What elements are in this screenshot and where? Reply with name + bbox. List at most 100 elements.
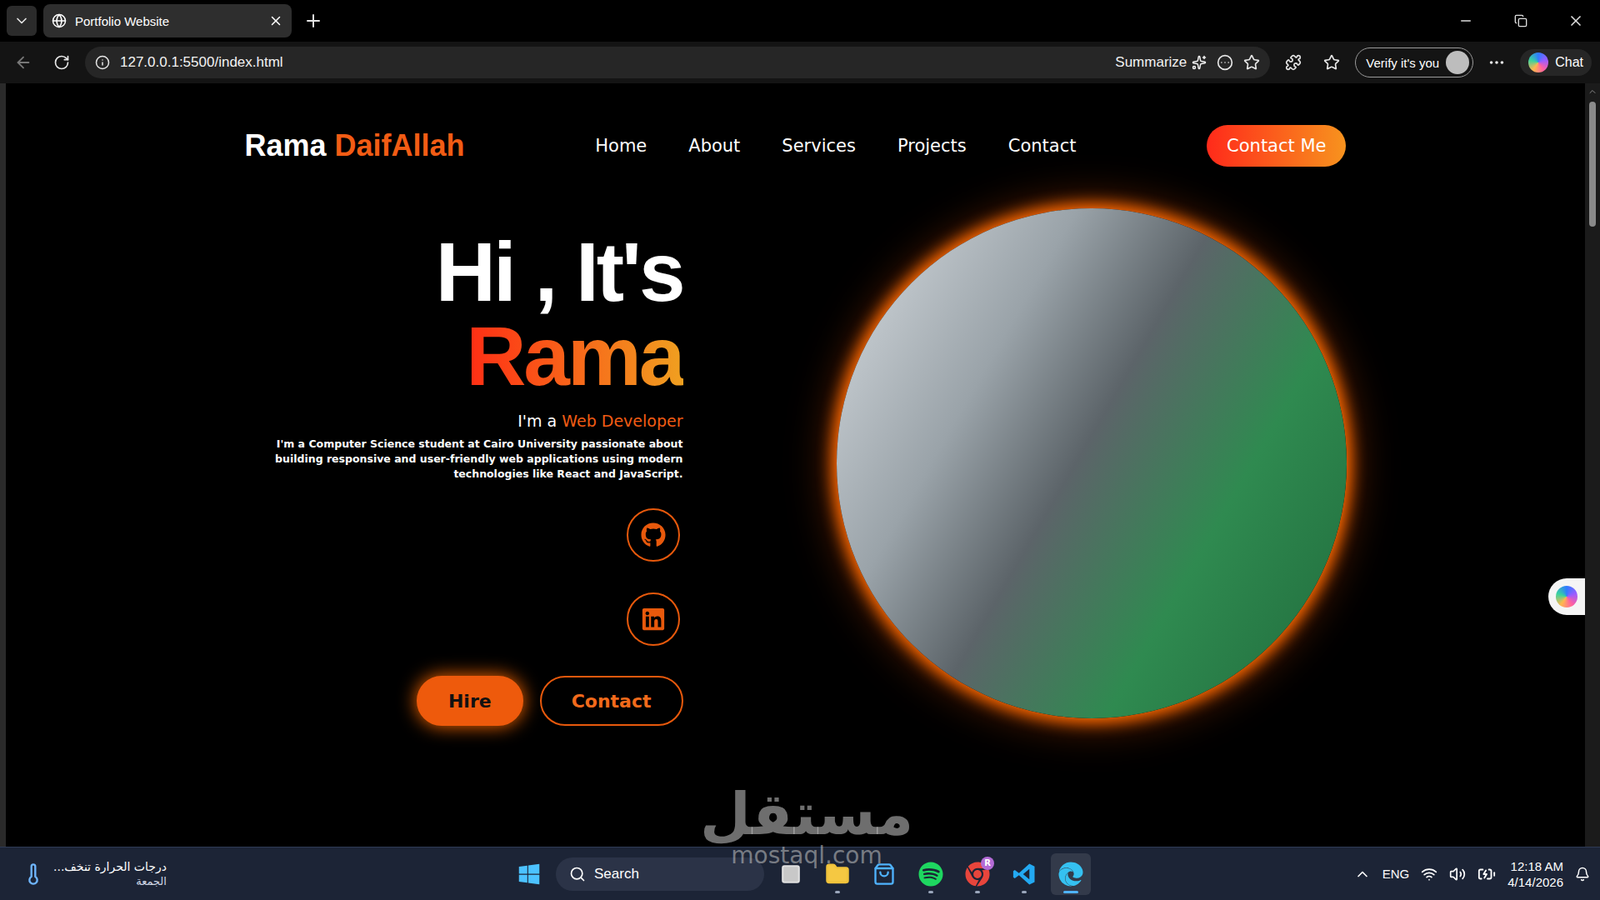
address-row: 127.0.0.1:5500/index.html Summarize Verify… bbox=[0, 41, 1600, 84]
nav-link[interactable]: Projects bbox=[897, 135, 967, 156]
language-indicator[interactable]: ENG bbox=[1382, 866, 1410, 881]
weather-summary: درجات الحرارة تنخف... bbox=[53, 859, 167, 875]
system-tray: ENG 12:18 AM4/14/2026 bbox=[1090, 858, 1590, 890]
extensions-button[interactable] bbox=[1278, 47, 1309, 78]
taskbar-app[interactable] bbox=[910, 853, 951, 895]
favorites-button[interactable] bbox=[1316, 47, 1347, 78]
site-header: Rama DaifAllah Home About Services Projects C… bbox=[245, 83, 1347, 167]
volume-icon[interactable] bbox=[1449, 865, 1466, 883]
hero-button[interactable]: Contact bbox=[540, 675, 684, 726]
running-indicator bbox=[835, 890, 840, 894]
weather-widget[interactable]: درجات الحرارة تنخف...الجمعة bbox=[10, 859, 510, 890]
github-icon bbox=[640, 522, 666, 548]
menu-button[interactable] bbox=[1481, 47, 1512, 78]
scroll-thumb[interactable] bbox=[1589, 101, 1596, 227]
minimize-button[interactable] bbox=[1441, 0, 1490, 42]
favorite-star-icon[interactable] bbox=[1243, 54, 1260, 71]
address-field[interactable]: 127.0.0.1:5500/index.html Summarize bbox=[85, 46, 1270, 79]
nav-link[interactable]: About bbox=[688, 135, 740, 156]
github-link[interactable] bbox=[626, 508, 680, 562]
clock[interactable]: 12:18 AM4/14/2026 bbox=[1507, 858, 1564, 890]
close-window-icon bbox=[1567, 12, 1585, 30]
url-text: 127.0.0.1:5500/index.html bbox=[120, 54, 1105, 71]
taskbar-app[interactable] bbox=[1050, 853, 1091, 895]
hero-description: I'm a Computer Science student at Cairo … bbox=[250, 436, 684, 482]
taskbar-search[interactable]: Search bbox=[555, 857, 765, 891]
taskbar-app[interactable] bbox=[770, 853, 811, 895]
chat-button[interactable]: Chat bbox=[1520, 49, 1592, 76]
reload-icon bbox=[53, 54, 70, 71]
site-logo[interactable]: Rama DaifAllah bbox=[245, 128, 465, 164]
search-icon bbox=[569, 865, 586, 883]
vscode-icon bbox=[1011, 861, 1037, 887]
notification-bell-icon[interactable] bbox=[1575, 866, 1590, 882]
minimize-icon bbox=[1458, 13, 1474, 29]
hero-greeting: Hi , It's bbox=[435, 231, 684, 316]
linkedin-icon bbox=[640, 606, 666, 632]
widgets-icon bbox=[780, 863, 802, 885]
summarize-button[interactable]: Summarize bbox=[1115, 54, 1207, 71]
battery-icon[interactable] bbox=[1477, 865, 1496, 884]
reading-icon[interactable] bbox=[1216, 54, 1234, 71]
taskbar-app[interactable] bbox=[1004, 853, 1045, 895]
browser-tab[interactable]: Portfolio Website bbox=[43, 4, 292, 38]
edge-icon bbox=[1058, 861, 1084, 887]
copilot-icon bbox=[1528, 52, 1549, 73]
running-indicator bbox=[1021, 890, 1027, 894]
hero-buttons: Hire Contact bbox=[416, 675, 684, 726]
portfolio-page: Rama DaifAllah Home About Services Projects C… bbox=[5, 83, 1585, 847]
scrollbar[interactable] bbox=[1585, 83, 1600, 847]
logo-accent: DaifAllah bbox=[335, 128, 465, 163]
contact-me-button[interactable]: Contact Me bbox=[1206, 125, 1346, 167]
new-tab-button[interactable] bbox=[298, 5, 329, 36]
tab-bar: Portfolio Website bbox=[0, 0, 1600, 42]
running-indicator bbox=[928, 890, 934, 894]
linkedin-link[interactable] bbox=[626, 592, 680, 646]
folder-icon bbox=[825, 861, 850, 887]
watermark: مستقلmostaql.com bbox=[700, 785, 914, 870]
close-window-button[interactable] bbox=[1551, 0, 1600, 42]
tab-label: Portfolio Website bbox=[75, 14, 260, 29]
nav-link[interactable]: Services bbox=[781, 135, 856, 156]
plus-icon bbox=[303, 10, 324, 31]
taskbar: درجات الحرارة تنخف...الجمعة Search R ENG 12:… bbox=[0, 846, 1600, 900]
hero-name: Rama bbox=[465, 315, 683, 400]
taskbar-app[interactable] bbox=[817, 853, 858, 895]
summarize-icon bbox=[1191, 55, 1207, 70]
hero-section: Hi , It'sRamaI'm a Web DeveloperI'm a Co… bbox=[245, 208, 1347, 726]
wifi-icon[interactable] bbox=[1420, 865, 1438, 883]
windows-icon bbox=[517, 862, 541, 886]
watermark-latin: mostaql.com bbox=[730, 843, 882, 870]
weather-day: الجمعة bbox=[53, 874, 167, 890]
profile-photo bbox=[836, 208, 1347, 719]
chevron-down-icon bbox=[13, 12, 30, 30]
ellipsis-icon bbox=[1487, 53, 1506, 72]
running-indicator bbox=[975, 890, 980, 894]
back-arrow-icon bbox=[14, 53, 33, 72]
clock-date: 4/14/2026 bbox=[1507, 874, 1564, 890]
taskbar-app[interactable]: R bbox=[957, 853, 998, 895]
tray-overflow-icon[interactable] bbox=[1354, 865, 1371, 883]
close-icon[interactable] bbox=[268, 13, 284, 29]
info-icon bbox=[95, 55, 110, 70]
nav-link[interactable]: Home bbox=[595, 135, 647, 156]
taskbar-app[interactable] bbox=[864, 853, 905, 895]
nav-link[interactable]: Contact bbox=[1008, 135, 1077, 156]
clock-time: 12:18 AM bbox=[1510, 858, 1564, 875]
favorites-icon bbox=[1323, 54, 1340, 71]
back-button[interactable] bbox=[8, 47, 39, 78]
copilot-floating-icon bbox=[1555, 585, 1578, 608]
thermometer-icon bbox=[21, 862, 45, 886]
start-button[interactable] bbox=[509, 853, 550, 895]
reload-button[interactable] bbox=[46, 47, 77, 78]
app-badge: R bbox=[980, 856, 995, 870]
restore-button[interactable] bbox=[1496, 0, 1545, 42]
running-indicator bbox=[1063, 890, 1079, 894]
profile-button[interactable]: Verify it's you bbox=[1355, 47, 1474, 78]
weather-text: درجات الحرارة تنخف...الجمعة bbox=[53, 859, 167, 890]
copilot-floating-button[interactable] bbox=[1548, 578, 1585, 615]
tab-list-button[interactable] bbox=[6, 5, 37, 36]
hero-text: Hi , It'sRamaI'm a Web DeveloperI'm a Co… bbox=[245, 208, 687, 726]
hero-button[interactable]: Hire bbox=[416, 675, 524, 726]
page-frame: Rama DaifAllah Home About Services Projects C… bbox=[0, 83, 1600, 847]
